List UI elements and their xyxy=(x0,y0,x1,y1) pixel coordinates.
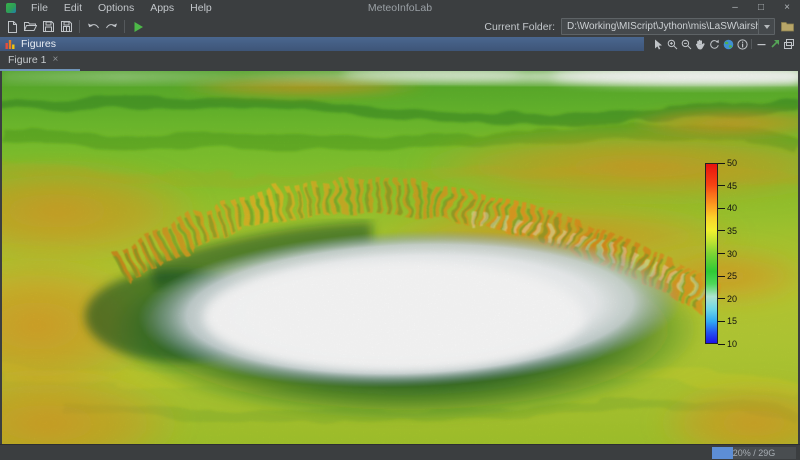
run-icon xyxy=(134,21,143,32)
save-as-icon xyxy=(60,21,72,32)
figure-canvas[interactable]: 50 45 40 35 30 25 20 15 10 xyxy=(2,71,798,444)
current-folder-combobox[interactable]: D:\Working\MIScript\Jython\mis\LaSW\airs… xyxy=(561,18,775,35)
rotate-tool-button[interactable] xyxy=(707,38,721,51)
full-extent-tool-button[interactable] xyxy=(721,38,735,51)
figures-chart-icon xyxy=(5,40,15,49)
tab-close-icon[interactable]: × xyxy=(53,55,59,65)
current-folder-group: Current Folder: D:\Working\MIScript\Jyth… xyxy=(484,18,796,35)
rotate-icon xyxy=(709,39,719,49)
menu-file[interactable]: File xyxy=(23,0,56,16)
window-controls: – □ × xyxy=(722,0,800,16)
select-tool-button[interactable] xyxy=(651,38,665,51)
pan-tool-button[interactable] xyxy=(693,38,707,51)
figure-tabbar: Figure 1 × xyxy=(0,51,800,71)
main-toolbar: Current Folder: D:\Working\MIScript\Jyth… xyxy=(0,16,800,38)
zoom-out-tool-button[interactable] xyxy=(679,38,693,51)
memory-usage-widget[interactable]: 20% / 29G xyxy=(712,447,796,459)
colorbar-legend: 50 45 40 35 30 25 20 15 10 xyxy=(705,158,739,349)
identify-tool-button[interactable] xyxy=(735,38,749,51)
zoom-out-icon xyxy=(681,39,691,49)
current-folder-label: Current Folder: xyxy=(484,20,555,33)
chevron-down-icon xyxy=(763,24,770,29)
app-logo-icon xyxy=(6,3,16,13)
colorbar-gradient xyxy=(705,163,718,344)
maximize-button[interactable]: □ xyxy=(748,0,774,16)
save-button[interactable] xyxy=(39,18,57,35)
figures-panel-titlebar[interactable]: Figures xyxy=(0,37,644,51)
minimize-button[interactable]: – xyxy=(722,0,748,16)
figures-toolbar xyxy=(644,37,800,51)
zoom-in-icon xyxy=(667,39,677,49)
menu-edit[interactable]: Edit xyxy=(56,0,90,16)
select-cursor-icon xyxy=(655,39,662,49)
panel-minimize-icon xyxy=(757,43,765,45)
browse-folder-icon xyxy=(780,22,794,32)
menu-options[interactable]: Options xyxy=(90,0,142,16)
pan-hand-icon xyxy=(695,39,705,50)
float-arrow-icon xyxy=(771,40,779,48)
undo-icon xyxy=(87,23,99,28)
save-icon xyxy=(42,21,54,32)
memory-usage-text: 20% / 29G xyxy=(732,448,776,458)
browse-folder-button[interactable] xyxy=(778,18,796,35)
close-button[interactable]: × xyxy=(774,0,800,16)
undo-button[interactable] xyxy=(84,18,102,35)
dock-windows-icon xyxy=(784,39,794,49)
meteoinfolab-window: File Edit Options Apps Help MeteoInfoLab… xyxy=(0,0,800,460)
panel-minimize-button[interactable] xyxy=(754,38,768,51)
run-script-button[interactable] xyxy=(129,18,147,35)
open-folder-button[interactable] xyxy=(21,18,39,35)
combo-dropdown-button[interactable] xyxy=(758,19,774,34)
identify-info-icon xyxy=(736,38,748,50)
globe-icon xyxy=(723,39,733,49)
tab-figure-1-label: Figure 1 xyxy=(8,54,47,66)
volume-render-scene xyxy=(2,71,798,444)
figures-panel-title: Figures xyxy=(21,38,57,50)
panel-dock-button[interactable] xyxy=(782,38,796,51)
statusbar: 20% / 29G xyxy=(0,444,800,460)
figures-panel-header: Figures xyxy=(0,37,800,51)
colorbar-ticks: 50 45 40 35 30 25 20 15 10 xyxy=(718,158,739,349)
zoom-in-tool-button[interactable] xyxy=(665,38,679,51)
panel-float-button[interactable] xyxy=(768,38,782,51)
save-as-button[interactable] xyxy=(57,18,75,35)
redo-icon xyxy=(105,23,117,28)
current-folder-value: D:\Working\MIScript\Jython\mis\LaSW\airs… xyxy=(567,21,758,32)
menu-apps[interactable]: Apps xyxy=(142,0,182,16)
titlebar: File Edit Options Apps Help MeteoInfoLab… xyxy=(0,0,800,16)
redo-button[interactable] xyxy=(102,18,120,35)
menu-help[interactable]: Help xyxy=(182,0,220,16)
open-folder-icon xyxy=(23,22,37,31)
new-file-icon xyxy=(7,20,17,33)
tab-figure-1[interactable]: Figure 1 × xyxy=(0,51,66,69)
new-file-button[interactable] xyxy=(3,18,21,35)
